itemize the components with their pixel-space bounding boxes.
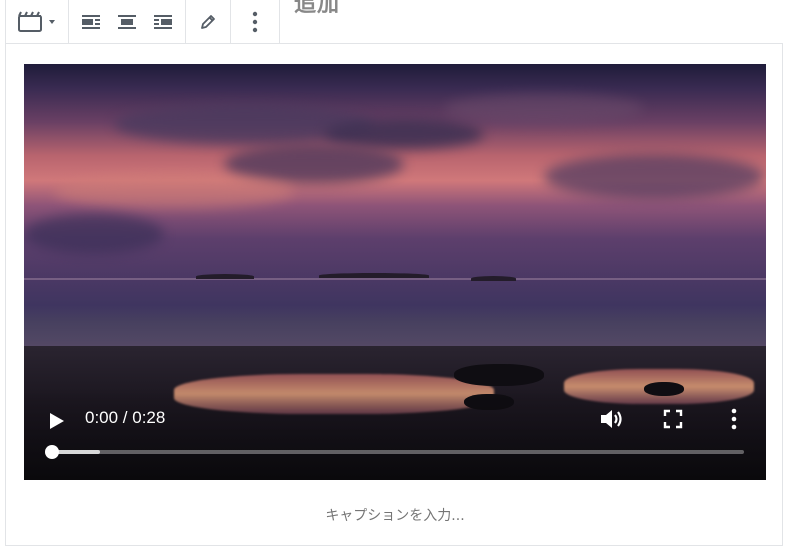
- fullscreen-button[interactable]: [663, 409, 683, 429]
- video-more-button[interactable]: [724, 407, 744, 431]
- more-vertical-icon: [252, 11, 258, 32]
- video-icon: [18, 11, 42, 32]
- alignment-group: [69, 0, 186, 43]
- edit-group: [186, 0, 231, 43]
- caption-input[interactable]: キャプションを入力...: [24, 505, 766, 525]
- video-progress-bar[interactable]: [45, 445, 744, 459]
- video-player[interactable]: 0:00 / 0:28: [24, 64, 766, 480]
- video-frame-cloud: [544, 154, 764, 199]
- block-switcher-group: [6, 0, 69, 43]
- block-type-switcher-button[interactable]: [10, 4, 64, 40]
- align-center-icon: [118, 14, 136, 29]
- video-progress-thumb[interactable]: [45, 445, 59, 459]
- video-time-display: 0:00 / 0:28: [85, 408, 166, 427]
- video-frame-horizon: [24, 278, 766, 280]
- caret-down-icon: [49, 19, 55, 24]
- edit-video-button[interactable]: [190, 4, 226, 40]
- align-wide-button[interactable]: [73, 4, 109, 40]
- video-frame-cloud: [24, 214, 164, 254]
- page-heading-fragment: 追加: [294, 0, 341, 17]
- pencil-icon: [201, 14, 215, 29]
- video-frame-cloud: [444, 94, 644, 124]
- more-options-button[interactable]: [235, 4, 275, 40]
- video-controls-overlay: [24, 390, 766, 480]
- align-full-button[interactable]: [145, 4, 181, 40]
- video-frame-cloud: [54, 174, 294, 209]
- fullscreen-icon: [663, 409, 683, 429]
- align-wide-icon: [82, 14, 100, 29]
- more-vertical-icon: [731, 408, 737, 430]
- play-icon: [50, 413, 64, 429]
- align-full-icon: [154, 14, 172, 29]
- align-center-button[interactable]: [109, 4, 145, 40]
- video-frame-island: [471, 276, 516, 281]
- video-frame-rock: [454, 364, 544, 386]
- video-frame-island: [319, 273, 429, 278]
- video-frame-island: [196, 274, 254, 279]
- video-buffered-range: [52, 450, 101, 454]
- volume-icon: [601, 410, 622, 428]
- block-toolbar: [5, 0, 280, 44]
- play-button[interactable]: [46, 411, 66, 431]
- volume-button[interactable]: [599, 407, 625, 431]
- more-group: [231, 0, 279, 43]
